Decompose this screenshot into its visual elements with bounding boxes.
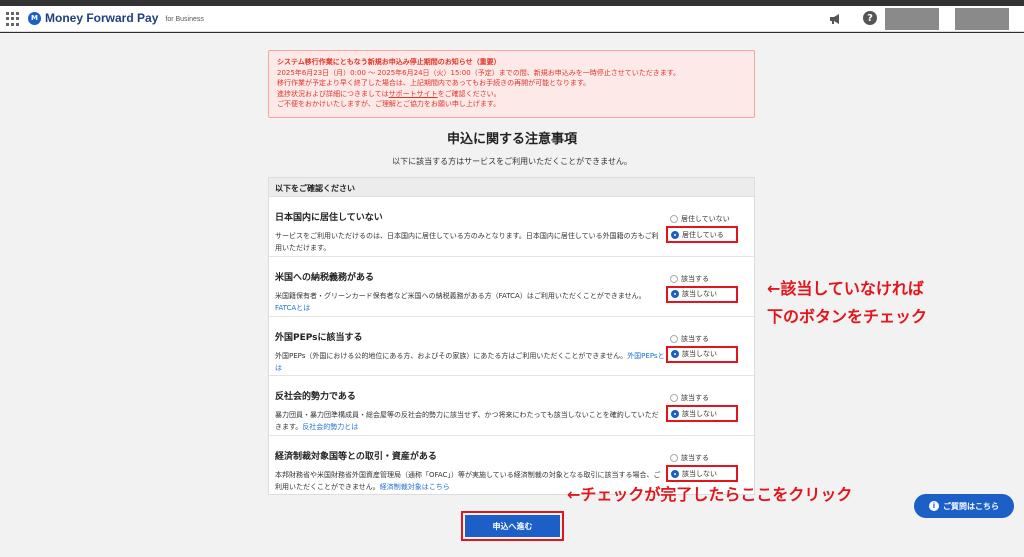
radio-checked-icon[interactable] <box>671 469 679 478</box>
option-no-selected[interactable]: 該当しない <box>666 285 738 303</box>
fatca-link[interactable]: FATCAとは <box>275 304 310 312</box>
description-text: 外国PEPs（外国における公的地位にある方、およびその家族）にあたる方はご利用い… <box>275 351 628 360</box>
annotation-side-line1: ←該当していなければ <box>767 279 924 298</box>
notice-line: 移行作業が予定より早く終了した場合は、上記期間内であってもお手続きの再開が可能と… <box>277 79 591 87</box>
option-label: 該当しない <box>682 290 717 299</box>
notice-title: システム移行作業にともなう新規お申込み停止期間のお知らせ（重要） <box>277 58 501 66</box>
answer-options: 該当する 該当しない <box>666 391 745 423</box>
radio-unchecked-icon[interactable] <box>670 454 678 463</box>
info-icon: i <box>929 501 939 511</box>
notice-line: 2025年6月23日（月）0:00 〜 2025年6月24日（火）15:00（予… <box>277 68 680 77</box>
option-yes[interactable]: 居住していない <box>670 212 745 226</box>
eligibility-card: 以下をご確認ください 日本国内に居住していない サービスをご利用いただけるのは、… <box>268 177 755 495</box>
option-label: 該当する <box>681 454 709 463</box>
option-no-selected[interactable]: 該当しない <box>666 405 738 423</box>
option-label: 居住している <box>682 230 724 239</box>
answer-options: 居住していない 居住している <box>666 212 745 243</box>
option-no-selected[interactable]: 該当しない <box>666 465 738 483</box>
notice-line: 進捗状況および詳細につきましてはサポートサイトをご確認ください。 <box>277 89 746 100</box>
radio-checked-icon[interactable] <box>671 290 679 299</box>
question-description: サービスをご利用いただけるのは、日本国内に居住している方のみとなります。日本国内… <box>275 230 665 254</box>
sanctions-link[interactable]: 経済制裁対象はこちら <box>380 483 450 491</box>
question-description: 米国籍保有者・グリーンカード保有者など米国への納税義務がある方（FATCA）はご… <box>275 290 665 314</box>
question-description: 外国PEPs（外国における公的地位にある方、およびその家族）にあたる方はご利用い… <box>275 350 665 374</box>
support-site-link[interactable]: サポートサイト <box>389 90 438 98</box>
radio-unchecked-icon[interactable] <box>670 215 678 223</box>
maintenance-notice: システム移行作業にともなう新規お申込み停止期間のお知らせ（重要） 2025年6月… <box>268 50 755 118</box>
description-text: 米国籍保有者・グリーンカード保有者など米国への納税義務がある方（FATCA）はご… <box>275 291 646 300</box>
radio-checked-icon[interactable] <box>671 350 679 359</box>
app-grid-icon[interactable] <box>6 12 20 26</box>
answer-options: 該当する 該当しない <box>666 272 745 303</box>
page-title: 申込に関する注意事項 <box>446 132 577 147</box>
question-title: 日本国内に居住していない <box>275 213 383 223</box>
help-icon[interactable]: ? <box>863 11 877 25</box>
question-antisocial: 反社会的勢力である 暴力団員・暴力団準構成員・総会屋等の反社会的勢力に該当せず、… <box>269 376 754 437</box>
faq-button[interactable]: i ご質問はこちら <box>914 494 1014 518</box>
radio-checked-icon[interactable] <box>671 230 679 239</box>
logo-text: Money Forward Pay <box>45 11 159 25</box>
account-menu-redacted[interactable] <box>885 8 939 30</box>
option-yes[interactable]: 該当する <box>670 391 745 405</box>
submit-highlight-box: 申込へ進む <box>461 511 564 541</box>
proceed-to-apply-button[interactable]: 申込へ進む <box>465 515 560 537</box>
question-description: 暴力団員・暴力団準構成員・総会屋等の反社会的勢力に該当せず、かつ将来にわたっても… <box>275 409 665 433</box>
option-label: 該当しない <box>682 469 717 478</box>
option-label: 該当しない <box>682 350 717 359</box>
option-no-selected[interactable]: 居住している <box>666 226 738 243</box>
page-subtitle: 以下に該当する方はサービスをご利用いただくことができません。 <box>392 157 632 166</box>
notice-line3-post: をご確認ください。 <box>437 89 501 98</box>
option-label: 該当しない <box>682 409 717 418</box>
radio-checked-icon[interactable] <box>671 409 679 418</box>
question-title: 外国PEPsに該当する <box>275 332 363 343</box>
logo-subtext: for Business <box>165 15 204 23</box>
option-label: 該当する <box>681 394 709 403</box>
description-text: サービスをご利用いただけるのは、日本国内に居住している方のみとなります。日本国内… <box>275 232 659 252</box>
question-peps: 外国PEPsに該当する 外国PEPs（外国における公的地位にある方、およびその家… <box>269 317 754 377</box>
brand-logo[interactable]: M Money Forward Pay for Business <box>28 11 204 25</box>
annotation-side-line2: 下のボタンをチェック <box>767 307 928 326</box>
radio-unchecked-icon[interactable] <box>670 334 678 343</box>
option-yes[interactable]: 該当する <box>670 451 745 465</box>
card-heading: 以下をご確認ください <box>269 178 754 197</box>
option-label: 居住していない <box>681 215 730 223</box>
question-title: 米国への納税義務がある <box>275 272 375 283</box>
user-menu-redacted[interactable] <box>955 8 1009 30</box>
logo-mark-icon: M <box>28 11 41 25</box>
notice-line: ご不便をおかけいたしますが、ご理解とご協力をお願い申し上げます。 <box>277 100 501 108</box>
question-residence: 日本国内に居住していない サービスをご利用いただけるのは、日本国内に居住している… <box>269 197 754 257</box>
app-header: M Money Forward Pay for Business ? <box>0 6 1024 32</box>
option-yes[interactable]: 該当する <box>670 272 745 286</box>
annotation-bottom: ←チェックが完了したらここをクリック <box>567 485 853 504</box>
question-us-tax: 米国への納税義務がある 米国籍保有者・グリーンカード保有者など米国への納税義務が… <box>269 257 754 317</box>
option-label: 該当する <box>681 334 709 343</box>
faq-label: ご質問はこちら <box>943 501 999 511</box>
radio-unchecked-icon[interactable] <box>670 394 678 403</box>
option-yes[interactable]: 該当する <box>670 332 745 346</box>
radio-unchecked-icon[interactable] <box>670 274 678 283</box>
antisocial-link[interactable]: 反社会的勢力とは <box>302 423 358 431</box>
question-title: 経済制裁対象国等との取引・資産がある <box>275 452 437 463</box>
option-label: 該当する <box>681 274 709 283</box>
megaphone-icon[interactable] <box>828 12 842 26</box>
answer-options: 該当する 該当しない <box>666 451 745 483</box>
option-no-selected[interactable]: 該当しない <box>666 345 738 363</box>
notice-line3-pre: 進捗状況および詳細につきましては <box>277 89 389 98</box>
answer-options: 該当する 該当しない <box>666 332 745 363</box>
question-title: 反社会的勢力である <box>275 392 356 403</box>
